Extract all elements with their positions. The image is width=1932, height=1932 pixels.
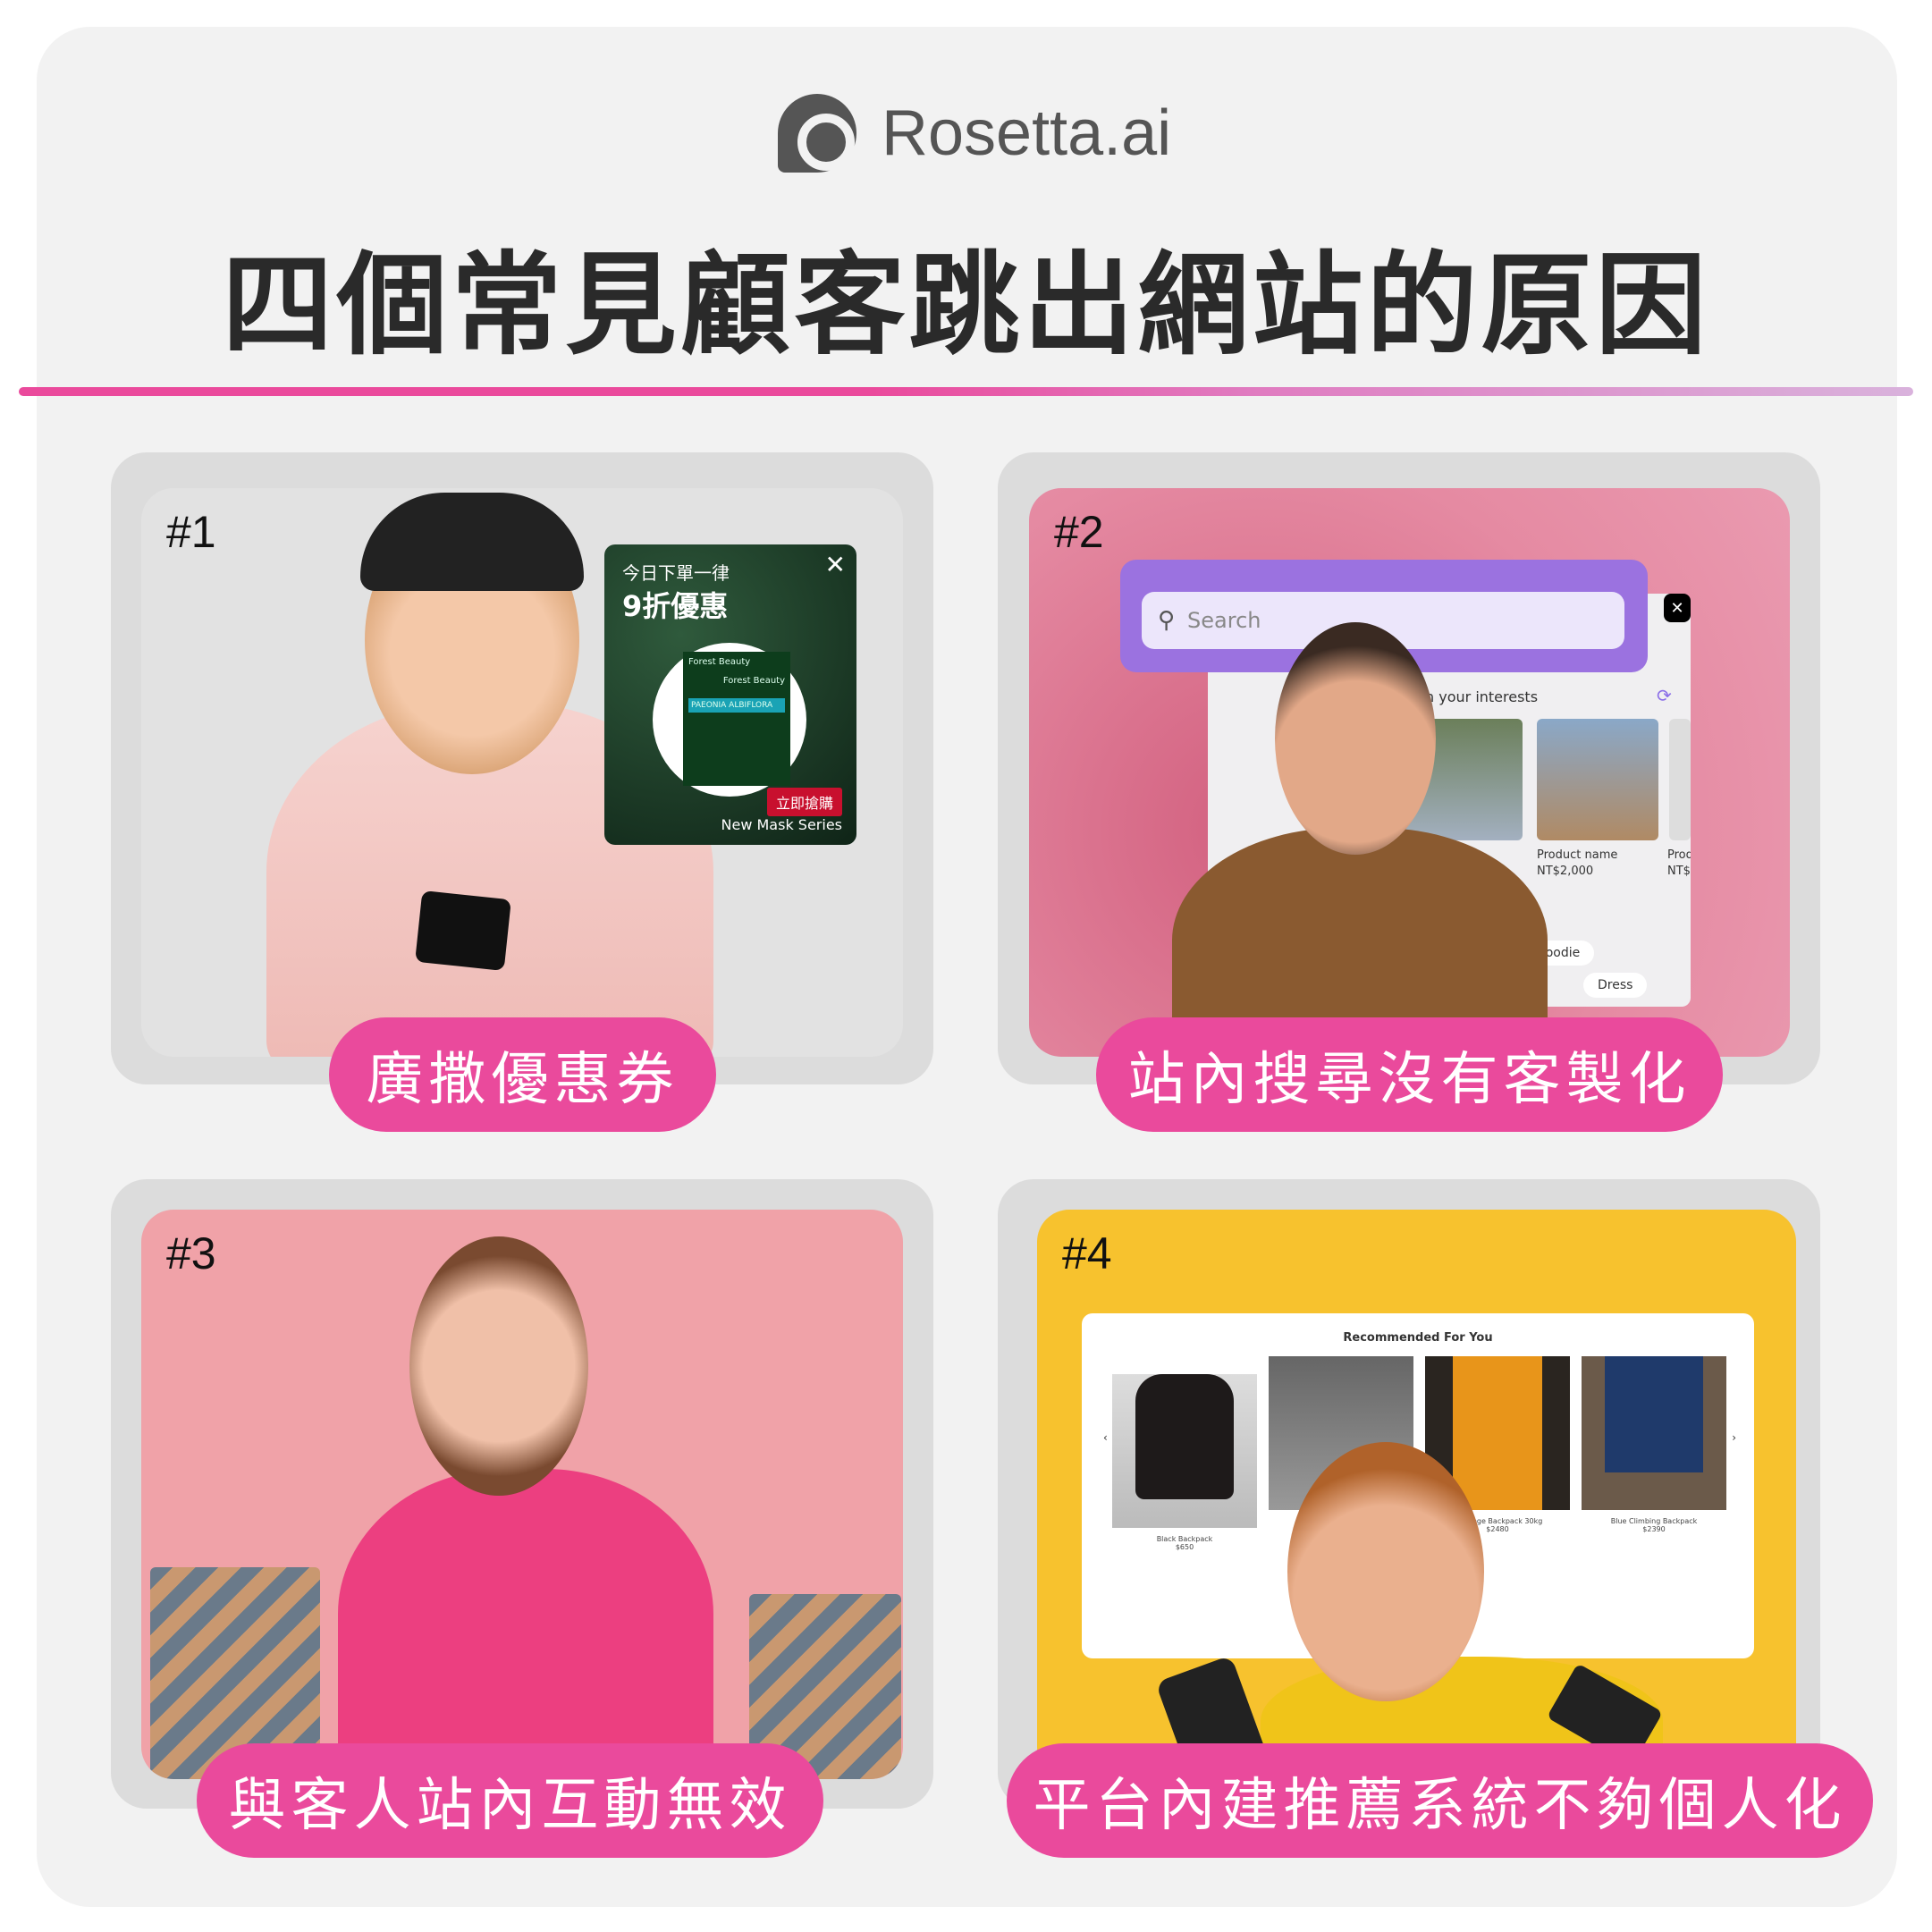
search-icon: ⚲ (1158, 607, 1176, 634)
woman-head (409, 1236, 588, 1496)
item-price: $650 (1175, 1543, 1194, 1551)
reco-item[interactable]: Blue Climbing Backpack $2390 (1582, 1356, 1726, 1533)
product-box: Forest Beauty Forest Beauty PAEONIA ALBI… (683, 652, 790, 786)
reason-label-3: 與客人站內互動無效 (197, 1743, 823, 1858)
panel-3: #3 (111, 1179, 933, 1809)
product-thumb[interactable] (1537, 719, 1658, 840)
man-head (1275, 622, 1436, 855)
panel-1: #1 今日下單一律 9折優惠 ✕ Forest Beauty Forest Be… (111, 452, 933, 1084)
buy-now-button[interactable]: 立即搶購 (766, 788, 842, 816)
panel-number: #2 (1054, 507, 1104, 557)
panel-2-image: #2 ⚲ Search ✕ d on your interests ⟳ name… (1029, 488, 1790, 1057)
panel-3-image: #3 (141, 1210, 903, 1779)
reason-label-1: 廣撒優惠券 (329, 1017, 716, 1132)
product-thumb[interactable] (1669, 719, 1691, 840)
chevron-right-icon[interactable]: › (1732, 1431, 1736, 1444)
panel-2: #2 ⚲ Search ✕ d on your interests ⟳ name… (998, 452, 1820, 1084)
panel-number: #4 (1062, 1228, 1112, 1278)
reason-label-2: 站內搜尋沒有客製化 (1096, 1017, 1723, 1132)
brand-name: Rosetta.ai (882, 97, 1172, 169)
rosetta-logo-icon (778, 94, 856, 173)
panel-number: #1 (166, 507, 216, 557)
panel-4: #4 Recommended For You ‹ › Black Backpac… (998, 1179, 1820, 1809)
cap (360, 493, 584, 591)
widget-title: Recommended For You (1343, 1331, 1493, 1345)
close-icon[interactable]: ✕ (825, 550, 846, 579)
brand-logo: Rosetta.ai (778, 94, 1171, 173)
reco-item[interactable]: Black Backpack $650 (1112, 1356, 1257, 1551)
product-brand-2: Forest Beauty (722, 676, 785, 686)
promo-discount: 9折優惠 (622, 589, 729, 623)
panel-4-image: #4 Recommended For You ‹ › Black Backpac… (1037, 1210, 1796, 1779)
promo-line1: 今日下單一律 (622, 562, 730, 584)
series-label: New Mask Series (721, 816, 842, 833)
close-icon[interactable]: ✕ (1664, 594, 1691, 622)
page-title: 四個常見顧客跳出網站的原因 (222, 241, 1710, 370)
product-price: NT$2,00( (1667, 865, 1691, 878)
product-brand: Forest Beauty (688, 657, 751, 667)
item-name: Blue Climbing Backpack (1610, 1517, 1698, 1525)
chevron-left-icon[interactable]: ‹ (1103, 1431, 1108, 1444)
title-divider (19, 387, 1913, 396)
reason-label-4: 平台內建推薦系統不夠個人化 (1007, 1743, 1873, 1858)
product-name: Product n (1667, 848, 1691, 862)
product-name: Product name (1537, 848, 1618, 862)
refresh-icon[interactable]: ⟳ (1657, 685, 1672, 706)
coupon-popup[interactable]: 今日下單一律 9折優惠 ✕ Forest Beauty Forest Beaut… (604, 544, 856, 845)
man-head (1287, 1442, 1484, 1701)
item-name: Black Backpack (1156, 1535, 1213, 1543)
item-price: $2390 (1642, 1525, 1666, 1533)
product-name: PAEONIA ALBIFLORA (688, 698, 785, 713)
search-placeholder: Search (1187, 608, 1261, 633)
panel-1-image: #1 今日下單一律 9折優惠 ✕ Forest Beauty Forest Be… (141, 488, 903, 1057)
search-chip[interactable]: Dress (1583, 973, 1648, 998)
panel-number: #3 (166, 1228, 216, 1278)
phone (415, 890, 511, 972)
woman-figure (338, 1469, 713, 1779)
product-price: NT$2,000 (1537, 865, 1594, 878)
